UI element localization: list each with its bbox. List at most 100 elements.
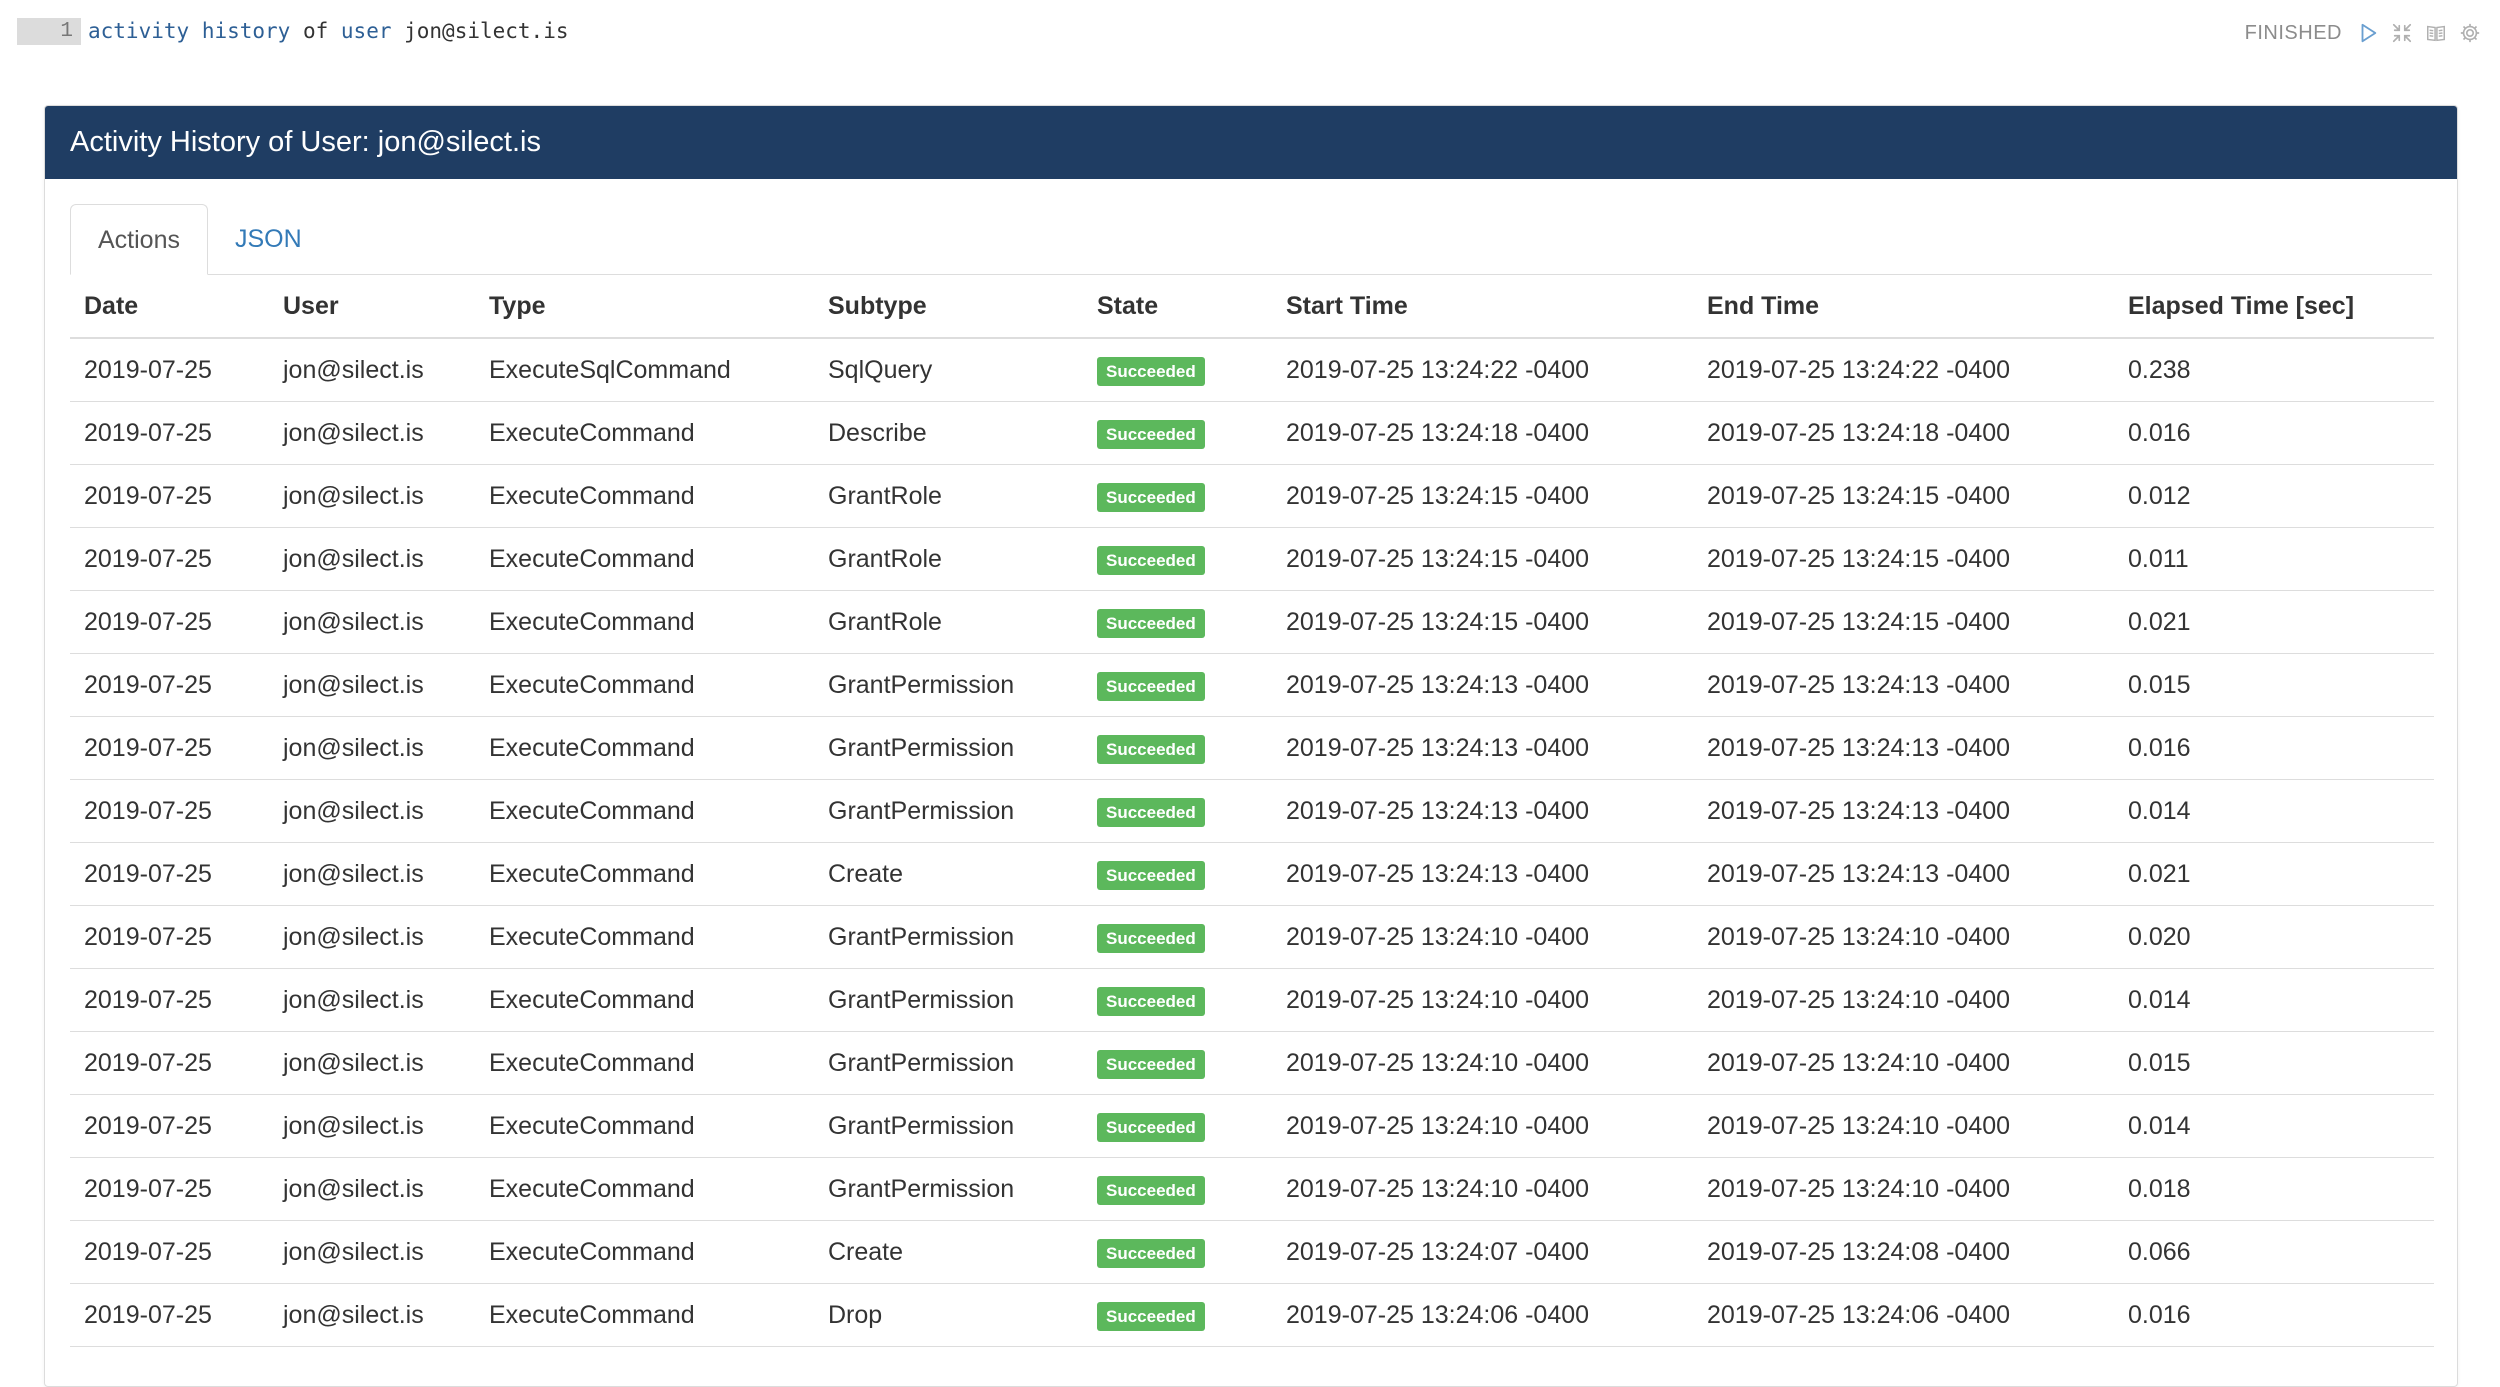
table-cell: 2019-07-25: [70, 968, 269, 1032]
table-cell: jon@silect.is: [269, 1031, 475, 1095]
settings-gear-icon[interactable]: [2458, 21, 2482, 45]
table-of-contents-icon[interactable]: [2424, 21, 2448, 45]
table-cell: 2019-07-25: [70, 338, 269, 402]
table-body: 2019-07-25 jon@silect.is ExecuteSqlCommand…: [70, 338, 2434, 1347]
column-header[interactable]: Date: [70, 275, 269, 339]
run-icon[interactable]: [2356, 21, 2380, 45]
table-cell: 0.015: [2114, 653, 2434, 717]
table-cell: ExecuteSqlCommand: [475, 338, 814, 402]
table-cell: jon@silect.is: [269, 1157, 475, 1221]
table-header-row: Date User Type Subtype State Start Time End Ti…: [70, 275, 2434, 339]
table-cell: ExecuteCommand: [475, 779, 814, 843]
table-row: 2019-07-25 jon@silect.is ExecuteCommand Des…: [70, 401, 2434, 465]
table-cell: GrantRole: [814, 527, 1083, 591]
column-header[interactable]: Subtype: [814, 275, 1083, 339]
table-cell: 0.014: [2114, 968, 2434, 1032]
table-cell: 0.016: [2114, 1283, 2434, 1347]
code-token: history: [201, 19, 291, 43]
activity-table: Date User Type Subtype State Start Time End Ti…: [70, 275, 2434, 1347]
status-badge: Succeeded: [1097, 860, 1205, 890]
table-cell: 2019-07-25 13:24:13 -0400: [1693, 716, 2114, 780]
table-cell: 2019-07-25 13:24:10 -0400: [1272, 1031, 1693, 1095]
table-row: 2019-07-25 jon@silect.is ExecuteCommand Cre…: [70, 842, 2434, 906]
table-cell: 0.018: [2114, 1157, 2434, 1221]
table-cell: 2019-07-25 13:24:10 -0400: [1272, 968, 1693, 1032]
table-cell: jon@silect.is: [269, 653, 475, 717]
table-cell: 0.016: [2114, 401, 2434, 465]
table-cell: 2019-07-25 13:24:06 -0400: [1272, 1283, 1693, 1347]
table-cell: 2019-07-25 13:24:10 -0400: [1693, 1157, 2114, 1221]
table-cell: 2019-07-25 13:24:08 -0400: [1693, 1220, 2114, 1284]
table-cell: 2019-07-25: [70, 905, 269, 969]
table-cell: Succeeded: [1083, 1157, 1272, 1221]
table-cell: 2019-07-25 13:24:10 -0400: [1693, 905, 2114, 969]
table-cell: jon@silect.is: [269, 905, 475, 969]
table-cell: 0.012: [2114, 464, 2434, 528]
table-cell: 2019-07-25: [70, 1157, 269, 1221]
table-cell: 2019-07-25 13:24:15 -0400: [1272, 527, 1693, 591]
column-header[interactable]: End Time: [1693, 275, 2114, 339]
panel-body: Actions JSON Date User Type Subtype State Star…: [45, 179, 2457, 1347]
table-cell: 2019-07-25: [70, 464, 269, 528]
table-cell: 2019-07-25 13:24:06 -0400: [1693, 1283, 2114, 1347]
table-cell: jon@silect.is: [269, 1283, 475, 1347]
code-line[interactable]: activity history of user jon@silect.is: [88, 18, 569, 45]
table-row: 2019-07-25 jon@silect.is ExecuteSqlCommand…: [70, 338, 2434, 402]
table-cell: 2019-07-25 13:24:15 -0400: [1272, 590, 1693, 654]
table-cell: 0.011: [2114, 527, 2434, 591]
table-cell: GrantPermission: [814, 1031, 1083, 1095]
column-header[interactable]: Type: [475, 275, 814, 339]
table-cell: 2019-07-25 13:24:22 -0400: [1693, 338, 2114, 402]
table-cell: ExecuteCommand: [475, 1031, 814, 1095]
table-cell: 2019-07-25 13:24:13 -0400: [1272, 716, 1693, 780]
code-token: activity: [88, 19, 190, 43]
table-row: 2019-07-25 jon@silect.is ExecuteCommand Gra…: [70, 716, 2434, 780]
table-cell: Create: [814, 1220, 1083, 1284]
table-cell: GrantRole: [814, 590, 1083, 654]
table-cell: Succeeded: [1083, 1220, 1272, 1284]
table-cell: jon@silect.is: [269, 779, 475, 843]
table-cell: Describe: [814, 401, 1083, 465]
table-cell: Succeeded: [1083, 1283, 1272, 1347]
table-row: 2019-07-25 jon@silect.is ExecuteCommand Gra…: [70, 968, 2434, 1032]
tab-json[interactable]: JSON: [208, 204, 329, 274]
table-cell: ExecuteCommand: [475, 527, 814, 591]
status-badge: Succeeded: [1097, 1112, 1205, 1142]
table-cell: 2019-07-25: [70, 1031, 269, 1095]
table-cell: jon@silect.is: [269, 527, 475, 591]
table-cell: jon@silect.is: [269, 842, 475, 906]
table-cell: 2019-07-25 13:24:13 -0400: [1693, 653, 2114, 717]
table-row: 2019-07-25 jon@silect.is ExecuteCommand Gra…: [70, 653, 2434, 717]
table-cell: ExecuteCommand: [475, 1283, 814, 1347]
table-cell: Succeeded: [1083, 590, 1272, 654]
table-cell: Succeeded: [1083, 1094, 1272, 1158]
hide-output-icon[interactable]: [2390, 21, 2414, 45]
tab-actions[interactable]: Actions: [70, 204, 208, 275]
code-editor[interactable]: 1 activity history of user jon@silect.is…: [0, 0, 2500, 64]
table-row: 2019-07-25 jon@silect.is ExecuteCommand Gra…: [70, 905, 2434, 969]
table-cell: Drop: [814, 1283, 1083, 1347]
table-cell: GrantPermission: [814, 905, 1083, 969]
table-cell: 2019-07-25 13:24:18 -0400: [1272, 401, 1693, 465]
table-cell: 2019-07-25: [70, 1220, 269, 1284]
table-cell: 0.066: [2114, 1220, 2434, 1284]
table-cell: ExecuteCommand: [475, 1157, 814, 1221]
column-header[interactable]: Elapsed Time [sec]: [2114, 275, 2434, 339]
column-header[interactable]: Start Time: [1272, 275, 1693, 339]
table-row: 2019-07-25 jon@silect.is ExecuteCommand Gra…: [70, 464, 2434, 528]
table-cell: GrantPermission: [814, 779, 1083, 843]
table-cell: ExecuteCommand: [475, 401, 814, 465]
tab-bar: Actions JSON: [70, 204, 2432, 275]
table-cell: ExecuteCommand: [475, 464, 814, 528]
table-cell: 0.020: [2114, 905, 2434, 969]
line-number: 1: [17, 18, 81, 45]
table-cell: 2019-07-25 13:24:07 -0400: [1272, 1220, 1693, 1284]
code-token: user: [340, 19, 392, 43]
activity-history-panel: Activity History of User: jon@silect.is …: [44, 105, 2458, 1387]
column-header[interactable]: State: [1083, 275, 1272, 339]
column-header[interactable]: User: [269, 275, 475, 339]
status-badge: Succeeded: [1097, 608, 1205, 638]
table-cell: GrantPermission: [814, 1157, 1083, 1221]
table-cell: 2019-07-25 13:24:10 -0400: [1272, 905, 1693, 969]
status-badge: Succeeded: [1097, 419, 1205, 449]
